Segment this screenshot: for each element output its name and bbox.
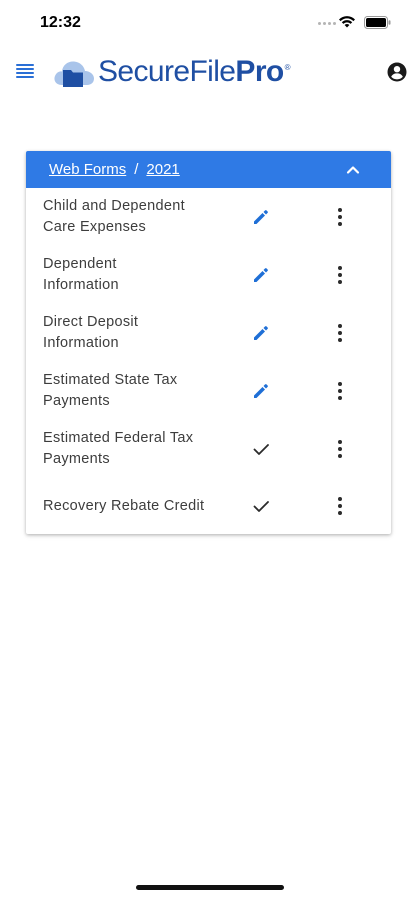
form-name: Estimated Federal Tax Payments [43,430,194,467]
form-row-dependent-information[interactable]: Dependent Information [26,246,391,304]
securefilepro-logo: SecureFilePro® [52,52,291,92]
form-name: Recovery Rebate Credit [43,497,205,514]
form-name: Estimated State Tax Payments [43,372,178,409]
form-list: Child and Dependent Care Expenses Depende… [26,188,391,534]
logo-text: SecureFilePro® [98,55,291,88]
form-row-recovery-rebate-credit[interactable]: Recovery Rebate Credit [26,478,391,534]
cloud-folder-icon [54,61,94,87]
account-icon[interactable] [386,61,408,83]
breadcrumb-web-forms-link[interactable]: Web Forms [49,161,126,178]
wifi-icon [339,16,355,28]
more-options-icon[interactable] [330,495,350,517]
breadcrumb: Web Forms / 2021 [49,161,180,178]
battery-icon [364,16,391,29]
form-name: Child and Dependent Care Expenses [43,198,185,235]
status-bar: 12:32 [0,0,417,44]
form-row-estimated-federal-tax[interactable]: Estimated Federal Tax Payments [26,420,391,478]
status-time: 12:32 [40,14,81,31]
pencil-edit-icon[interactable] [250,206,272,228]
checkmark-icon [250,438,272,460]
app-header: SecureFilePro® [0,44,417,100]
pencil-edit-icon[interactable] [250,322,272,344]
home-indicator[interactable] [136,885,284,890]
form-name: Direct Deposit Information [43,314,139,351]
cellular-signal-icon [318,22,336,25]
more-options-icon[interactable] [330,438,350,460]
pencil-edit-icon[interactable] [250,380,272,402]
chevron-up-icon[interactable] [345,162,361,178]
breadcrumb-year-link[interactable]: 2021 [146,161,179,178]
card-header: Web Forms / 2021 [26,151,391,188]
more-options-icon[interactable] [330,206,350,228]
more-options-icon[interactable] [330,380,350,402]
breadcrumb-separator: / [134,161,139,178]
checkmark-icon [250,495,272,517]
pencil-edit-icon[interactable] [250,264,272,286]
web-forms-card: Web Forms / 2021 Child and Dependent Care… [26,151,391,534]
form-row-child-dependent-care[interactable]: Child and Dependent Care Expenses [26,188,391,246]
more-options-icon[interactable] [330,264,350,286]
form-row-estimated-state-tax[interactable]: Estimated State Tax Payments [26,362,391,420]
hamburger-menu-icon[interactable] [16,64,34,78]
more-options-icon[interactable] [330,322,350,344]
form-row-direct-deposit[interactable]: Direct Deposit Information [26,304,391,362]
form-name: Dependent Information [43,256,119,293]
